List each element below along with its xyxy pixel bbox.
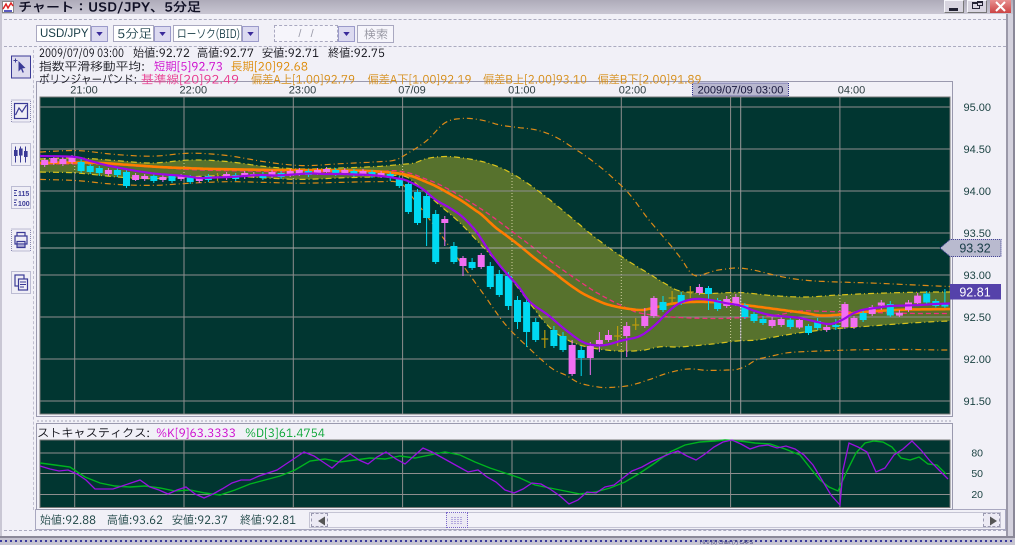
- svg-text:2009/07/09 03:00: 2009/07/09 03:00: [698, 85, 784, 97]
- svg-text:94.50: 94.50: [963, 144, 991, 156]
- svg-text:21:00: 21:00: [70, 85, 98, 97]
- svg-text:100: 100: [18, 201, 30, 208]
- svg-text:04:00: 04:00: [838, 85, 866, 97]
- svg-text:92.00: 92.00: [963, 354, 991, 366]
- svg-text:07/09: 07/09: [398, 85, 426, 97]
- svg-text:02:00: 02:00: [619, 85, 647, 97]
- svg-text:95.00: 95.00: [963, 102, 991, 114]
- svg-text:80: 80: [971, 448, 983, 460]
- svg-text:50: 50: [971, 468, 983, 480]
- svg-text:94.00: 94.00: [963, 186, 991, 198]
- svg-text:93.50: 93.50: [963, 228, 991, 240]
- svg-text:91.50: 91.50: [963, 396, 991, 408]
- svg-text:93.32: 93.32: [959, 242, 990, 256]
- svg-text:01:00: 01:00: [508, 85, 536, 97]
- svg-text:92.81: 92.81: [959, 286, 990, 300]
- svg-text:115: 115: [18, 191, 29, 198]
- svg-text:92.50: 92.50: [963, 312, 991, 324]
- svg-text:23:00: 23:00: [289, 85, 317, 97]
- svg-text:22:00: 22:00: [180, 85, 208, 97]
- svg-text:20: 20: [971, 489, 983, 501]
- svg-text:93.00: 93.00: [963, 270, 991, 282]
